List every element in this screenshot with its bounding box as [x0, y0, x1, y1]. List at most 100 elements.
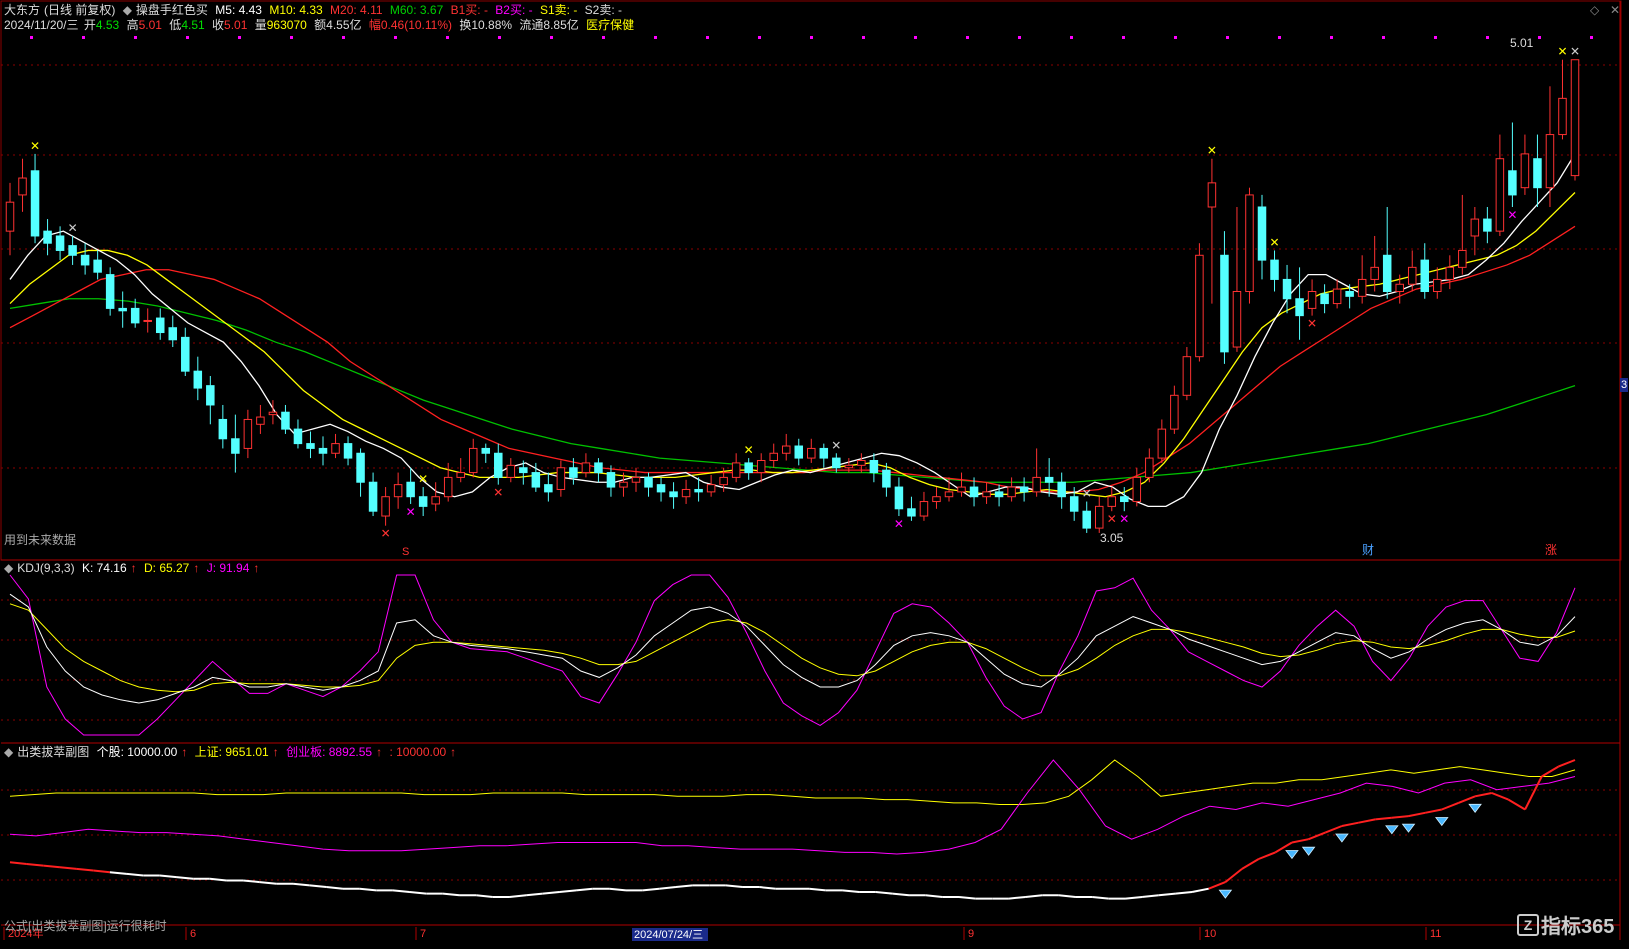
- candle: [1182, 347, 1192, 401]
- sub-main-segment: [93, 869, 110, 874]
- candle: [318, 436, 328, 466]
- candle-body: [331, 443, 340, 454]
- candle: [393, 472, 403, 509]
- candle: [193, 356, 203, 401]
- stock-chart-window: 大东方 (日线 前复权) ◆ 操盘手红色买 M5: 4.43 M10: 4.33 M…: [0, 0, 1629, 949]
- sub-main-segment: [759, 886, 776, 890]
- candle-body: [1357, 278, 1367, 297]
- watermark: Z 指标365: [1517, 910, 1614, 939]
- marker-zhang[interactable]: 涨: [1545, 543, 1557, 557]
- candle: [1245, 187, 1254, 304]
- candle: [406, 467, 415, 504]
- candle-body: [168, 327, 178, 341]
- candle-body: [1044, 476, 1054, 483]
- candle-body: [506, 464, 516, 478]
- candle-body: [619, 481, 628, 488]
- candle: [869, 453, 879, 483]
- close-icon[interactable]: ✕: [1610, 3, 1620, 17]
- candle-body: [1332, 288, 1342, 305]
- sub-main-segment: [1474, 792, 1492, 798]
- candle-body: [5, 201, 15, 232]
- top-dot: [1538, 36, 1541, 39]
- diamond-marker: [1468, 803, 1482, 813]
- signal-x-marker: ✕: [493, 486, 503, 500]
- candle: [1145, 448, 1154, 483]
- candle: [281, 404, 290, 434]
- candle: [1558, 59, 1567, 140]
- sub-main-segment: [1358, 818, 1376, 824]
- candle: [919, 491, 929, 521]
- candle: [105, 267, 115, 316]
- restore-icon[interactable]: ◇: [1590, 3, 1599, 17]
- sub-main-segment: [1324, 825, 1343, 834]
- sub-main-segment: [259, 881, 277, 885]
- top-dot: [186, 36, 189, 39]
- signal-x-marker: ✕: [894, 517, 904, 531]
- candle-body: [1057, 481, 1066, 498]
- sub-main-segment: [176, 876, 194, 880]
- candle: [368, 472, 378, 517]
- top-dot: [550, 36, 553, 39]
- candle-body: [268, 411, 278, 416]
- sub-main-segment: [526, 892, 543, 897]
- candle-body: [1495, 158, 1505, 232]
- sub-main-segment: [559, 889, 577, 893]
- candle-body: [644, 476, 653, 488]
- candle-body: [982, 491, 991, 498]
- kdj-d-line: [9, 603, 1576, 693]
- candle-body: [256, 416, 265, 425]
- x-axis-label: 6: [190, 928, 196, 940]
- top-dot: [1122, 36, 1125, 39]
- candle-body: [694, 488, 703, 493]
- candle-body: [80, 254, 90, 266]
- kdj-j-line: [9, 574, 1576, 736]
- candle-body: [393, 484, 403, 498]
- cursor-date-label: 2024/07/24/三: [634, 929, 703, 941]
- sub-main-segment: [392, 889, 410, 893]
- ma20-line: [9, 225, 1576, 493]
- candle-body: [594, 462, 603, 474]
- chart-svg[interactable]: ✕✕✕✕ ✕✕✕✕✕ ✕✕✕✕✕✕✕ ✕✕ 2024年 6 7 9 10 112024/07/2…: [0, 0, 1629, 949]
- candle: [1032, 448, 1041, 497]
- top-dot: [1486, 36, 1489, 39]
- candle: [1220, 231, 1229, 364]
- sub-main-segment: [1058, 894, 1076, 898]
- candle-body: [569, 467, 578, 478]
- candle-body: [932, 496, 941, 503]
- top-dot: [1226, 36, 1229, 39]
- candle: [381, 487, 390, 526]
- candle-body: [93, 259, 102, 273]
- candle-body: [882, 469, 891, 488]
- candle-body: [193, 370, 203, 389]
- candle-body: [531, 472, 541, 488]
- sub-main-segment: [509, 894, 527, 898]
- candle: [1545, 86, 1555, 207]
- candle: [1270, 250, 1279, 292]
- candle-body: [1094, 505, 1104, 529]
- candle-body: [719, 476, 728, 486]
- candle: [1320, 284, 1329, 314]
- top-dot: [966, 36, 969, 39]
- future-data-note: 用到未来数据: [4, 533, 77, 547]
- candle-body: [794, 445, 804, 459]
- candle-body: [1558, 97, 1567, 136]
- signal-x-marker: ✕: [406, 505, 416, 519]
- candle-body: [306, 443, 315, 449]
- candlestick-layer: [5, 59, 1580, 533]
- candle: [731, 453, 741, 483]
- marker-s[interactable]: S: [402, 545, 409, 559]
- sub-main-segment: [1391, 815, 1409, 819]
- candle: [1445, 255, 1455, 290]
- candle-body: [857, 460, 866, 466]
- candle: [1495, 134, 1505, 236]
- sub-main-segment: [642, 887, 660, 892]
- sub-main-segment: [1557, 759, 1576, 768]
- top-dot: [1174, 36, 1177, 39]
- marker-cai[interactable]: 财: [1362, 543, 1374, 557]
- candle: [30, 153, 40, 244]
- diamond-marker: [1435, 817, 1449, 827]
- candle-body: [656, 484, 666, 493]
- candle-body: [807, 447, 816, 459]
- candle-body: [769, 452, 778, 461]
- candle-body: [994, 491, 1004, 498]
